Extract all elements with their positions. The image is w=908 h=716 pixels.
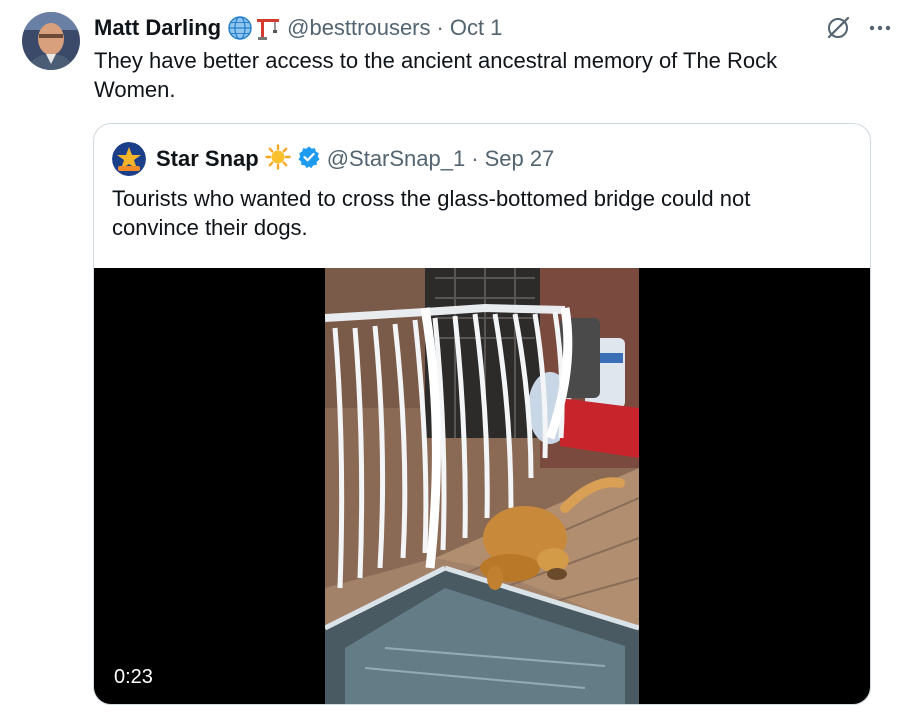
quoted-author-name[interactable]: Star Snap — [156, 146, 259, 172]
author-name[interactable]: Matt Darling — [94, 15, 221, 41]
quoted-author-avatar[interactable] — [112, 142, 146, 176]
video-thumbnail — [325, 268, 639, 704]
quoted-tweet-text: Tourists who wanted to cross the glass-b… — [112, 186, 751, 240]
author-handle[interactable]: @besttrousers — [287, 15, 430, 41]
separator-dot: · — [471, 146, 479, 171]
quoted-author-handle[interactable]: @StarSnap_1 — [327, 146, 466, 172]
author-avatar[interactable] — [22, 12, 80, 70]
tweet-text: They have better access to the ancient a… — [94, 48, 778, 102]
video-timestamp: 0:23 — [106, 663, 161, 692]
separator-dot: · — [436, 15, 444, 40]
tweet-actions-top — [824, 14, 892, 47]
grok-icon[interactable] — [824, 14, 852, 47]
globe-icon — [228, 16, 252, 40]
quoted-tweet-header: Star Snap @StarSnap_1 · Sep 27 — [112, 142, 554, 176]
quoted-tweet[interactable]: Star Snap @StarSnap_1 · Sep 27 Tourists … — [93, 123, 871, 705]
video-player[interactable]: 0:23 — [94, 268, 870, 704]
verified-badge-icon — [297, 145, 321, 174]
quoted-tweet-date[interactable]: Sep 27 — [485, 146, 555, 172]
crane-icon — [257, 19, 280, 40]
profile-emoji-group — [227, 15, 281, 41]
more-icon[interactable] — [868, 16, 892, 45]
sun-emoji-icon — [265, 143, 291, 175]
tweet-header: Matt Darling @besttrousers · Oct 1 — [94, 14, 502, 42]
tweet-date[interactable]: Oct 1 — [450, 15, 503, 41]
